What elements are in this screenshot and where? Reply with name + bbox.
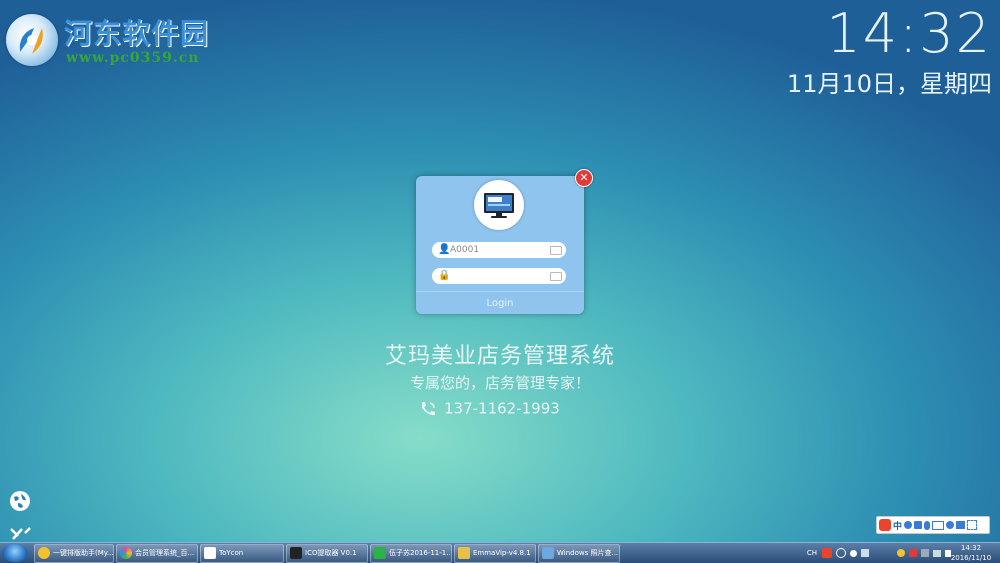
- phone-contact: 137-1162-1993: [418, 399, 560, 419]
- keyboard-icon[interactable]: [550, 246, 562, 255]
- taskbar-item[interactable]: 伍子苏2016-11-1...: [370, 544, 452, 563]
- login-button[interactable]: Login: [416, 291, 584, 315]
- smiley-icon[interactable]: [897, 549, 905, 557]
- app-icon: [120, 547, 132, 559]
- sogou-icon[interactable]: [879, 519, 891, 531]
- system-tray: CH: [806, 546, 951, 560]
- folder-icon: [458, 547, 470, 559]
- windows-start-icon[interactable]: [2, 544, 28, 562]
- taskbar-item[interactable]: ICO提取器 V0.1: [286, 544, 368, 563]
- taskbar-item[interactable]: 会员管理系统_百...: [116, 544, 198, 563]
- user-icon: 👤: [438, 244, 451, 255]
- app-subtitle: 专属您的，店务管理专家！: [409, 374, 590, 392]
- close-icon[interactable]: ✕: [575, 169, 593, 187]
- app-icon: [290, 547, 302, 559]
- shirt-icon[interactable]: [956, 521, 966, 529]
- clock-date: 11月10日，星期四: [786, 70, 992, 98]
- watermark-url: www.pc0359.cn: [66, 50, 200, 66]
- taskbar-item[interactable]: ToYcon: [200, 544, 284, 563]
- language-indicator[interactable]: CH: [806, 548, 818, 558]
- keyboard-icon[interactable]: [932, 520, 945, 530]
- display-icon[interactable]: [921, 549, 929, 557]
- taskbar-item[interactable]: Windows 照片查...: [538, 544, 620, 563]
- monitor-avatar-icon: [474, 180, 524, 230]
- moon-icon[interactable]: [850, 549, 857, 557]
- password-field[interactable]: 🔒: [432, 268, 566, 284]
- grid-icon[interactable]: [967, 520, 978, 530]
- taskbar-item[interactable]: EmmaVip-v4.8.1: [454, 544, 536, 563]
- username-input[interactable]: [450, 243, 546, 256]
- punctuation-icon[interactable]: [914, 521, 923, 529]
- login-panel: 👤 🔒 Login: [416, 176, 584, 314]
- password-input[interactable]: [450, 269, 546, 282]
- microphone-icon[interactable]: [924, 520, 931, 530]
- watermark-name: 河东软件园: [64, 17, 210, 50]
- keyboard-icon[interactable]: [550, 272, 562, 281]
- network-icon[interactable]: [933, 549, 941, 557]
- phone-number: 137-1162-1993: [444, 399, 560, 418]
- taskbar: 一键排版助手(My... 会员管理系统_百... ToYcon ICO提取器 V…: [0, 542, 1000, 563]
- globe-icon[interactable]: [8, 489, 32, 513]
- window-icon[interactable]: [861, 549, 869, 557]
- app-icon: [38, 547, 50, 559]
- ime-mode-label[interactable]: 中: [893, 519, 902, 532]
- username-field[interactable]: 👤: [432, 242, 566, 258]
- help-icon[interactable]: [836, 548, 846, 558]
- flag-icon[interactable]: [909, 549, 917, 557]
- wrench-icon[interactable]: [8, 527, 32, 543]
- document-icon: [204, 547, 216, 559]
- tray-time: 14:32: [960, 544, 982, 552]
- taskbar-item[interactable]: 一键排版助手(My...: [34, 544, 114, 563]
- lock-icon: 🔒: [438, 270, 451, 281]
- phone-icon: [422, 402, 435, 416]
- photo-viewer-icon: [542, 547, 554, 559]
- user-icon[interactable]: [946, 521, 955, 529]
- watermark: 河东软件园 www.pc0359.cn: [4, 10, 214, 70]
- sogou-tray-icon[interactable]: [822, 548, 832, 558]
- clock-time: 14:32: [826, 2, 992, 65]
- app-title: 艾玛美业店务管理系统: [384, 344, 615, 369]
- tray-clock[interactable]: 14:32 2016/11/10: [950, 543, 992, 563]
- moon-icon[interactable]: [904, 521, 913, 529]
- ime-toolbar[interactable]: 中: [876, 516, 990, 534]
- app-icon: [374, 547, 386, 559]
- watermark-logo-icon: [6, 14, 58, 66]
